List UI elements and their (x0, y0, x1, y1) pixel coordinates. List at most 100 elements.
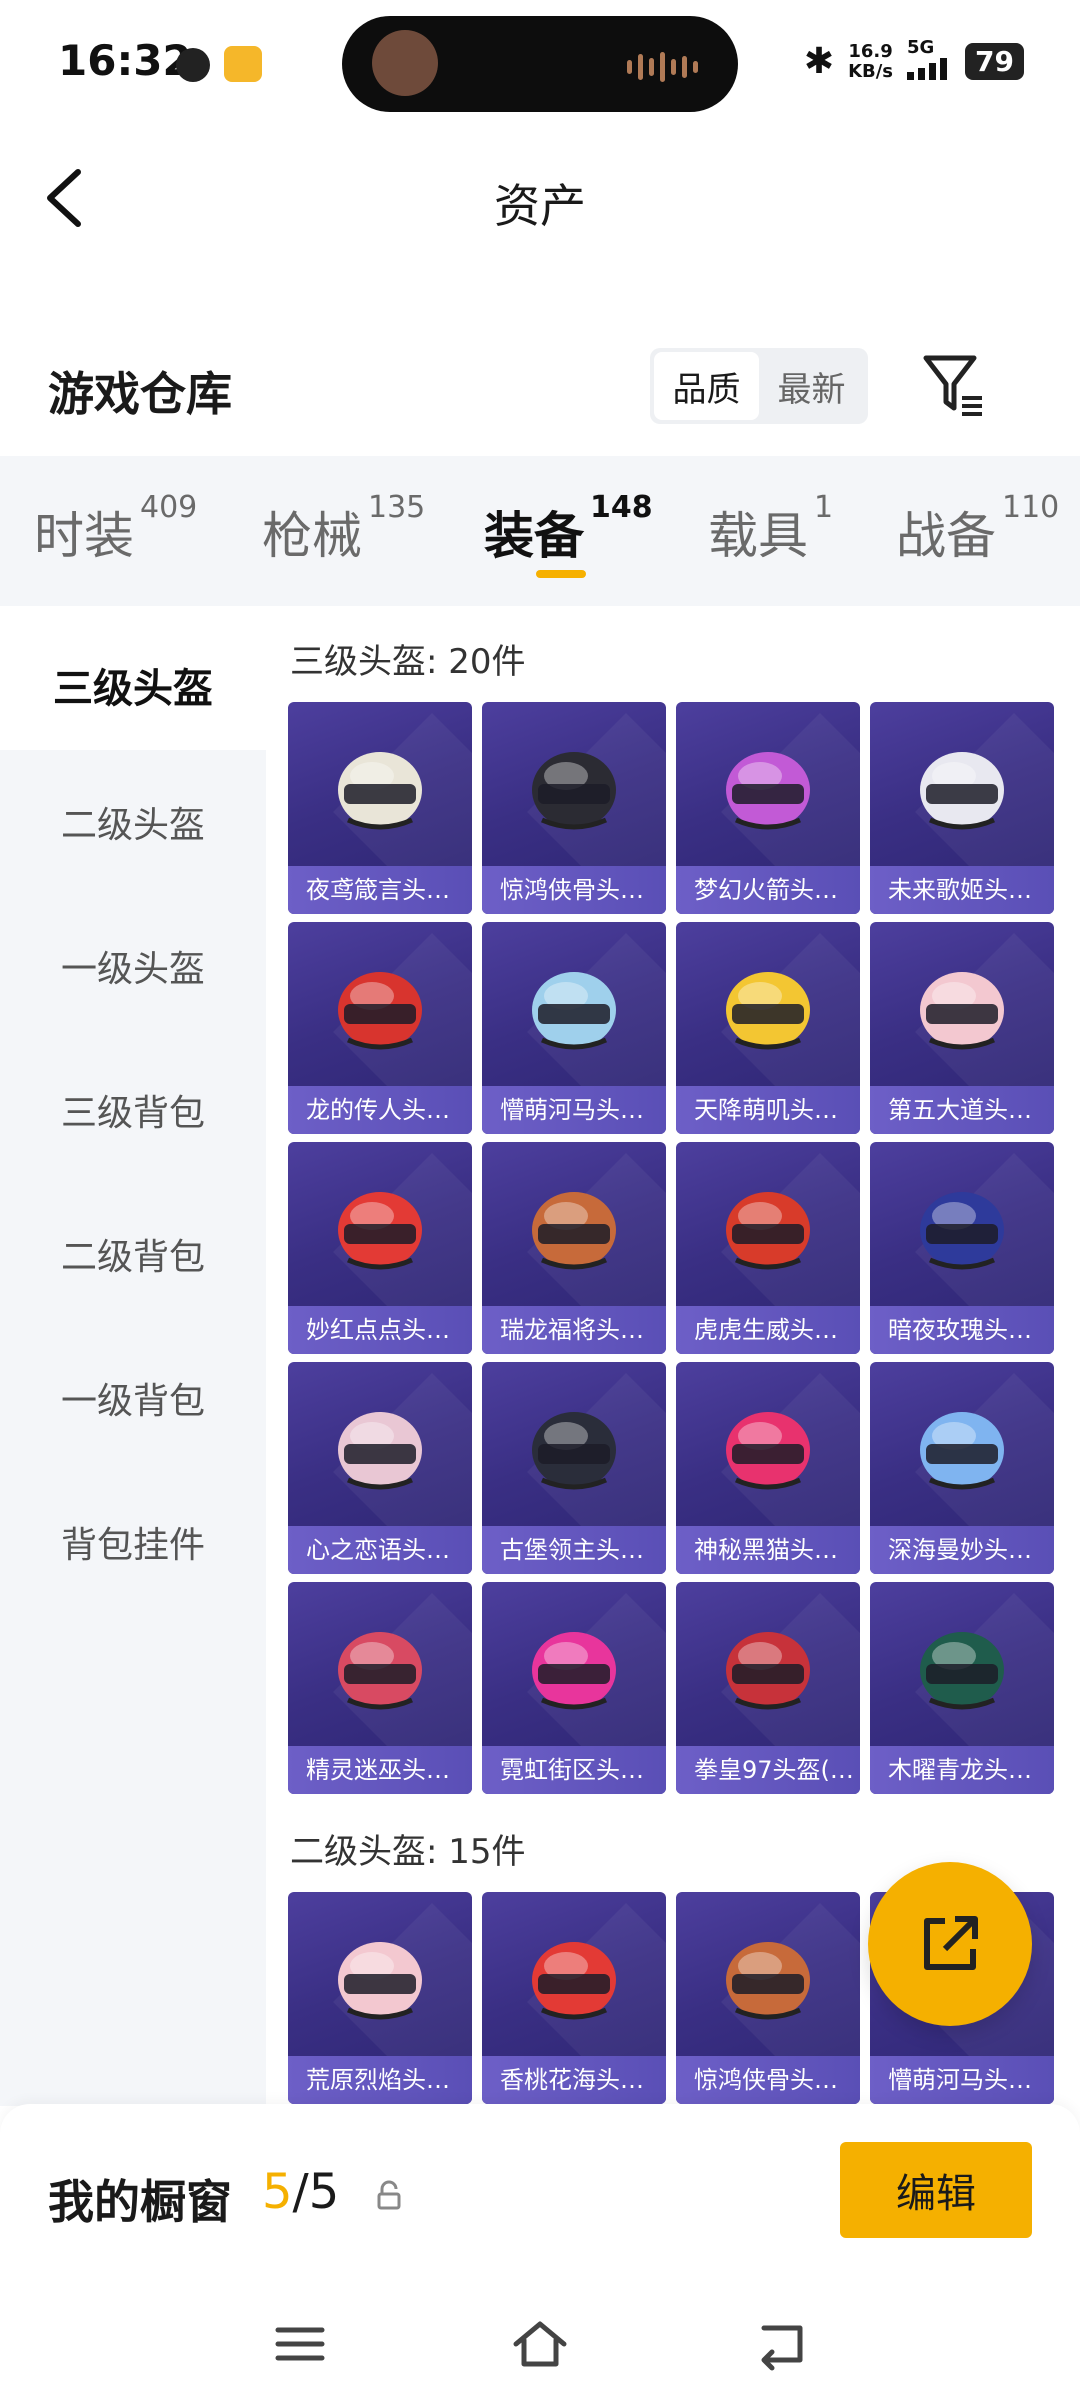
sidebar-item-level3-helmet[interactable]: 三级头盔 (0, 606, 266, 750)
share-fab-button[interactable] (868, 1862, 1032, 2026)
item-name-label: 懵萌河马头… (870, 2056, 1054, 2104)
bluetooth-icon: ✱ (803, 41, 835, 82)
item-name-label: 梦幻火箭头… (676, 866, 860, 914)
helmet-icon (912, 1172, 1012, 1282)
item-name-label: 暗夜玫瑰头… (870, 1306, 1054, 1354)
tab-vehicles[interactable]: 载具 1 (708, 490, 833, 568)
item-name-label: 霓虹街区头… (482, 1746, 666, 1794)
item-name-label: 虎虎生威头… (676, 1306, 860, 1354)
showcase-count-current: 5 (262, 2164, 293, 2220)
helmet-icon (330, 1922, 430, 2032)
helmet-item-card[interactable]: 木曜青龙头… (870, 1582, 1054, 1794)
helmet-item-card[interactable]: 第五大道头… (870, 922, 1054, 1134)
item-name-label: 深海曼妙头… (870, 1526, 1054, 1574)
item-name-label: 懵萌河马头… (482, 1086, 666, 1134)
edit-button[interactable]: 编辑 (840, 2142, 1032, 2238)
tab-equipment[interactable]: 装备 148 (484, 490, 653, 568)
helmet-item-card[interactable]: 梦幻火箭头… (676, 702, 860, 914)
helmet-item-card[interactable]: 精灵迷巫头… (288, 1582, 472, 1794)
item-name-label: 荒原烈焰头… (288, 2056, 472, 2104)
helmet-icon (718, 1392, 818, 1502)
tab-supplies[interactable]: 战备 110 (896, 490, 1059, 568)
helmet-item-card[interactable]: 神秘黑猫头… (676, 1362, 860, 1574)
dynamic-island[interactable] (342, 16, 738, 112)
tab-label: 载具 (708, 507, 808, 565)
share-external-icon (924, 1916, 978, 1970)
item-name-label: 惊鸿侠骨头… (676, 2056, 860, 2104)
showcase-count-total: /5 (292, 2164, 340, 2220)
status-indicators: ✱ 16.9 KB/s 5G 79 (804, 38, 1024, 85)
tab-label: 战备 (896, 507, 996, 565)
filter-icon (923, 355, 982, 416)
helmet-icon (912, 732, 1012, 842)
tab-label: 枪械 (262, 507, 362, 565)
item-name-label: 心之恋语头… (288, 1526, 472, 1574)
home-nav-button[interactable] (510, 2314, 570, 2374)
category-tabs: 时装 409 枪械 135 装备 148 载具 1 战备 110 (0, 456, 1080, 606)
helmet-icon (912, 952, 1012, 1062)
network-type: 5G (907, 37, 935, 58)
sidebar-item-level2-backpack[interactable]: 二级背包 (0, 1228, 266, 1280)
battery-indicator: 79 (965, 43, 1024, 80)
item-name-label: 龙的传人头… (288, 1086, 472, 1134)
back-nav-button[interactable] (752, 2314, 812, 2374)
helmet-item-card[interactable]: 惊鸿侠骨头… (676, 1892, 860, 2104)
helmet-item-card[interactable]: 虎虎生威头… (676, 1142, 860, 1354)
helmet-item-card[interactable]: 龙的传人头… (288, 922, 472, 1134)
active-tab-indicator (536, 570, 586, 578)
group-title: 二级头盔: 15件 (290, 1832, 526, 1872)
item-name-label: 拳皇97头盔(… (676, 1746, 860, 1794)
tab-count: 1 (814, 490, 834, 525)
item-name-label: 木曜青龙头… (870, 1746, 1054, 1794)
sidebar-item-level1-helmet[interactable]: 一级头盔 (0, 940, 266, 992)
helmet-item-card[interactable]: 深海曼妙头… (870, 1362, 1054, 1574)
showcase-title: 我的橱窗 (48, 2175, 232, 2229)
item-name-label: 古堡领主头… (482, 1526, 666, 1574)
sidebar-item-level2-helmet[interactable]: 二级头盔 (0, 796, 266, 848)
helmet-item-card[interactable]: 暗夜玫瑰头… (870, 1142, 1054, 1354)
helmet-item-card[interactable]: 心之恋语头… (288, 1362, 472, 1574)
tab-fashion[interactable]: 时装 409 (34, 490, 197, 568)
tab-weapons[interactable]: 枪械 135 (262, 490, 425, 568)
filter-button[interactable] (920, 352, 986, 418)
audio-wave-icon (627, 52, 698, 82)
helmet-icon (330, 1392, 430, 1502)
helmet-icon (524, 1172, 624, 1282)
helmet-item-card[interactable]: 拳皇97头盔(… (676, 1582, 860, 1794)
helmet-item-card[interactable]: 香桃花海头… (482, 1892, 666, 2104)
helmet-item-card[interactable]: 惊鸿侠骨头… (482, 702, 666, 914)
sidebar-item-level3-backpack[interactable]: 三级背包 (0, 1084, 266, 1136)
item-name-label: 妙红点点头… (288, 1306, 472, 1354)
tab-count: 110 (1002, 490, 1060, 525)
helmet-item-card[interactable]: 瑞龙福将头… (482, 1142, 666, 1354)
network-speed-unit: KB/s (848, 60, 894, 82)
helmet-icon (330, 1612, 430, 1722)
showcase-bar: 我的橱窗 5/5 编辑 (0, 2104, 1080, 2294)
sidebar-item-backpack-charm[interactable]: 背包挂件 (0, 1516, 266, 1568)
menu-nav-button[interactable] (270, 2314, 330, 2374)
signal-indicator: 5G (907, 38, 951, 85)
helmet-icon (330, 952, 430, 1062)
item-name-label: 未来歌姬头… (870, 866, 1054, 914)
tab-count: 135 (368, 490, 426, 525)
sort-newest-option[interactable]: 最新 (759, 352, 864, 420)
warehouse-title: 游戏仓库 (48, 367, 232, 421)
music-cover-avatar (372, 30, 438, 96)
network-speed: 16.9 KB/s (848, 41, 894, 82)
status-time: 16:32 (58, 36, 192, 85)
item-name-label: 神秘黑猫头… (676, 1526, 860, 1574)
helmet-item-card[interactable]: 天降萌叽头… (676, 922, 860, 1134)
home-icon (513, 2321, 567, 2367)
helmet-icon (524, 732, 624, 842)
item-name-label: 惊鸿侠骨头… (482, 866, 666, 914)
helmet-item-card[interactable]: 荒原烈焰头… (288, 1892, 472, 2104)
helmet-item-card[interactable]: 夜鸢箴言头… (288, 702, 472, 914)
helmet-item-card[interactable]: 未来歌姬头… (870, 702, 1054, 914)
helmet-item-card[interactable]: 古堡领主头… (482, 1362, 666, 1574)
sidebar-item-level1-backpack[interactable]: 一级背包 (0, 1372, 266, 1424)
helmet-item-card[interactable]: 懵萌河马头… (482, 922, 666, 1134)
helmet-item-card[interactable]: 霓虹街区头… (482, 1582, 666, 1794)
sort-quality-option[interactable]: 品质 (654, 352, 759, 420)
lock-icon (377, 2180, 401, 2210)
helmet-item-card[interactable]: 妙红点点头… (288, 1142, 472, 1354)
